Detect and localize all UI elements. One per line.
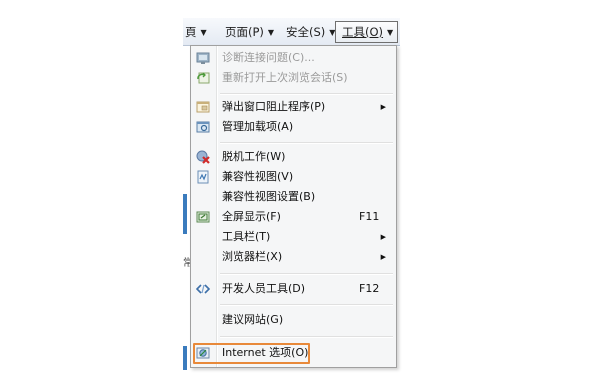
menu-item-label: 弹出窗口阻止程序(P) [222,100,326,113]
menu-item-full-screen[interactable]: 全屏显示(F) F11 [191,207,396,227]
chevron-down-icon: ▼ [267,28,275,37]
menu-item-label: 兼容性视图设置(B) [222,190,316,203]
manage-addons-icon [196,121,210,133]
safety-menu-label: 安全(S) [286,25,326,39]
diagnose-connection-icon [196,52,210,64]
menu-item-compatibility-view-settings[interactable]: 兼容性视图设置(B) [191,187,396,207]
menu-item-label: 兼容性视图(V) [222,170,294,183]
compatibility-view-icon [197,170,209,184]
popup-blocker-icon [196,101,210,113]
page-menu-label: 页面(P) [225,25,264,39]
menu-separator [220,273,393,275]
cmd-partial-label: 頁 [185,25,197,39]
page-accent-bar [183,346,187,370]
menu-item-developer-tools[interactable]: 开发人员工具(D) F12 [191,279,396,299]
menu-item-label: 开发人员工具(D) [222,282,306,295]
browser-screenshot: 頁 ▼ 页面(P) ▼ 安全(S) ▼ 工具(O) ▼ 常 诊断连接问题(C)... [0,0,600,381]
menu-item-label: 工具栏(T) [222,230,271,243]
chevron-down-icon: ▼ [387,28,394,37]
chevron-down-icon: ▼ [200,28,207,37]
menu-item-reopen-session[interactable]: 重新打开上次浏览会话(S) [191,68,396,88]
page-menu-button[interactable]: 页面(P) ▼ [225,22,274,42]
tools-menu-label: 工具(O) [342,25,384,39]
page-accent-bar [183,194,187,234]
menu-item-compatibility-view[interactable]: 兼容性视图(V) [191,167,396,187]
submenu-arrow-icon: ▶ [380,103,386,111]
submenu-arrow-icon: ▶ [380,253,386,261]
command-bar: 頁 ▼ 页面(P) ▼ 安全(S) ▼ 工具(O) ▼ [183,18,400,46]
menu-item-shortcut: F12 [359,282,380,295]
menu-item-diagnose-connection[interactable]: 诊断连接问题(C)... [191,48,396,68]
menu-item-popup-blocker[interactable]: 弹出窗口阻止程序(P) ▶ [191,97,396,117]
menu-item-label: 全屏显示(F) [222,210,281,223]
menu-item-label: 脱机工作(W) [222,150,286,163]
menu-item-work-offline[interactable]: 脱机工作(W) [191,147,396,167]
menu-separator [220,304,393,306]
menu-item-manage-addons[interactable]: 管理加载项(A) [191,117,396,137]
full-screen-icon [196,211,210,223]
developer-tools-icon [196,284,210,294]
internet-options-highlight-box [193,343,310,364]
submenu-arrow-icon: ▶ [380,233,386,241]
menu-separator [220,93,393,95]
reopen-session-icon [197,72,210,84]
menu-item-suggested-sites[interactable]: 建议网站(G) [191,310,396,330]
menu-item-shortcut: F11 [359,210,380,223]
tools-menu-button[interactable]: 工具(O) ▼ [335,21,399,43]
menu-item-label: 浏览器栏(X) [222,250,283,263]
menu-item-label: 建议网站(G) [222,313,284,326]
menu-separator [220,142,393,144]
cmd-partial-item[interactable]: 頁 ▼ [185,22,207,42]
menu-item-explorer-bars[interactable]: 浏览器栏(X) ▶ [191,247,396,267]
menu-separator [220,336,393,338]
tools-dropdown-menu: 诊断连接问题(C)... 重新打开上次浏览会话(S) 弹出窗口阻止程序(P) ▶ [190,45,397,368]
menu-item-label: 管理加载项(A) [222,120,294,133]
menu-item-toolbars[interactable]: 工具栏(T) ▶ [191,227,396,247]
safety-menu-button[interactable]: 安全(S) ▼ [286,22,335,42]
menu-item-label: 诊断连接问题(C)... [222,51,315,64]
work-offline-icon [196,150,210,164]
menu-item-label: 重新打开上次浏览会话(S) [222,71,348,84]
